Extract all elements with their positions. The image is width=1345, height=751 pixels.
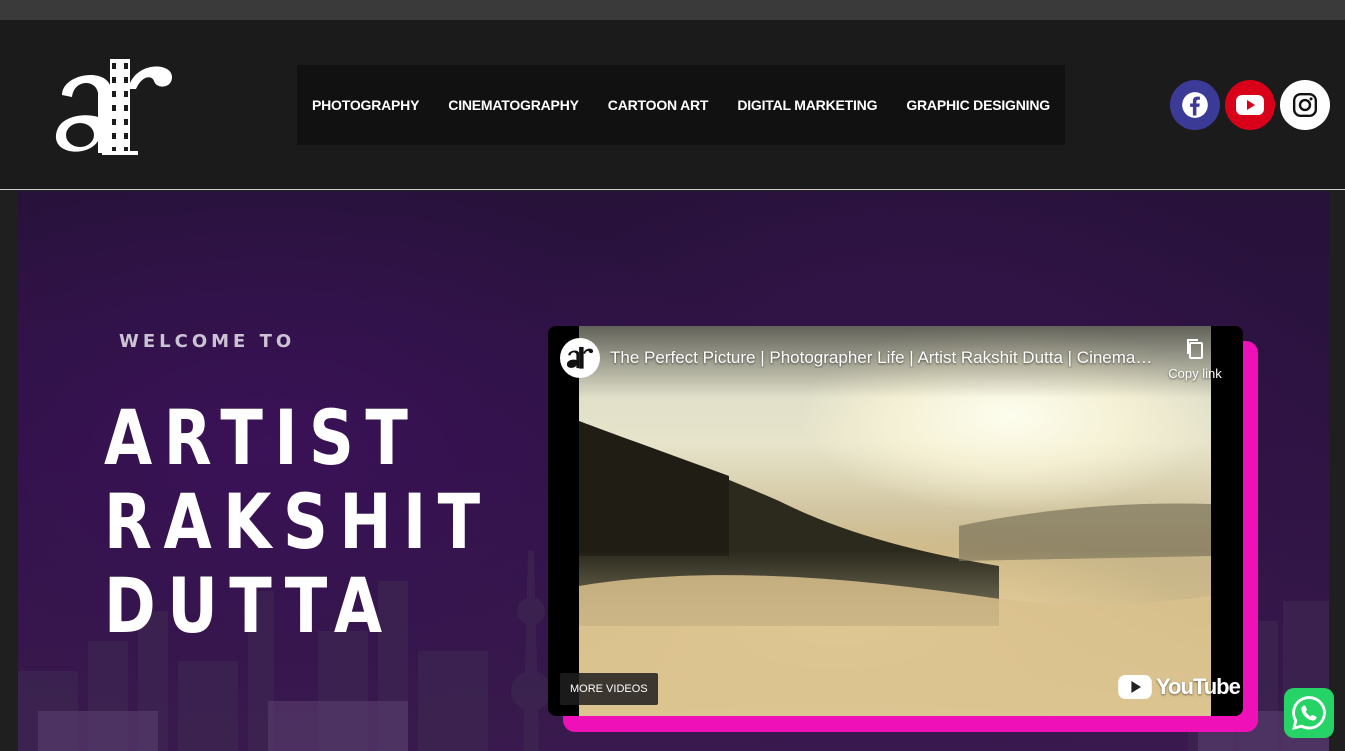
hero-title-line: ARTIST <box>104 393 420 482</box>
whatsapp-icon <box>1292 696 1326 730</box>
whatsapp-button[interactable] <box>1284 688 1334 738</box>
facebook-button[interactable] <box>1170 80 1220 130</box>
youtube-logo[interactable]: YouTube <box>1118 674 1241 700</box>
hero-section: WELCOME TO ARTIST RAKSHIT DUTTA The Perf… <box>18 191 1329 751</box>
nav-item-cartoon-art[interactable]: CARTOON ART <box>608 97 709 113</box>
site-header: PHOTOGRAPHY CINEMATOGRAPHY CARTOON ART D… <box>0 20 1345 190</box>
channel-avatar[interactable] <box>560 338 600 378</box>
copy-icon <box>1187 339 1203 359</box>
copy-link-button[interactable]: Copy link <box>1160 338 1230 381</box>
more-videos-button[interactable]: MORE VIDEOS <box>560 673 658 705</box>
instagram-icon <box>1292 92 1318 118</box>
hero-title: ARTIST RAKSHIT DUTTA <box>104 396 492 648</box>
welcome-text: WELCOME TO <box>119 331 296 352</box>
site-logo[interactable] <box>52 55 176 161</box>
main-nav: PHOTOGRAPHY CINEMATOGRAPHY CARTOON ART D… <box>297 65 1065 145</box>
youtube-icon <box>1236 95 1264 115</box>
hero-title-line: RAKSHIT <box>104 477 492 566</box>
nav-item-graphic-designing[interactable]: GRAPHIC DESIGNING <box>906 97 1050 113</box>
nav-item-photography[interactable]: PHOTOGRAPHY <box>312 97 419 113</box>
top-strip <box>0 0 1345 20</box>
video-title[interactable]: The Perfect Picture | Photographer Life … <box>610 348 1155 368</box>
instagram-button[interactable] <box>1280 80 1330 130</box>
copy-link-label: Copy link <box>1168 366 1222 381</box>
youtube-play-icon <box>1118 675 1152 699</box>
youtube-wordmark: YouTube <box>1156 674 1241 699</box>
youtube-embed[interactable]: The Perfect Picture | Photographer Life … <box>548 326 1243 716</box>
facebook-icon <box>1182 92 1208 118</box>
channel-logo-icon <box>566 346 594 369</box>
nav-item-digital-marketing[interactable]: DIGITAL MARKETING <box>737 97 877 113</box>
nav-item-cinematography[interactable]: CINEMATOGRAPHY <box>448 97 579 113</box>
hero-title-line: DUTTA <box>104 561 394 650</box>
youtube-button[interactable] <box>1225 80 1275 130</box>
